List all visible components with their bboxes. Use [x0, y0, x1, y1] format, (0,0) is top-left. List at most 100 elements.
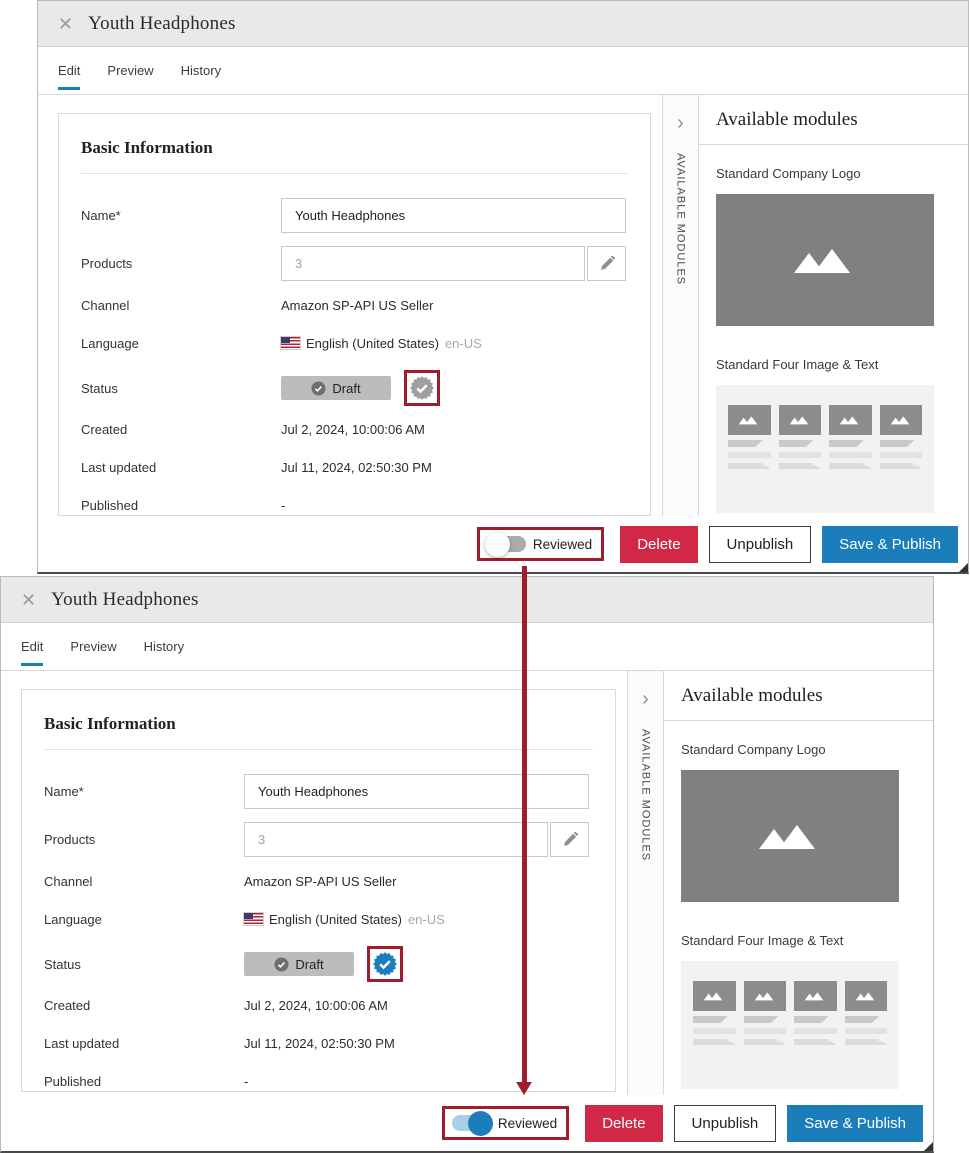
products-input[interactable]: [281, 246, 585, 281]
language-code: en-US: [445, 336, 482, 351]
toggle-knob[interactable]: [485, 532, 510, 557]
mountains-icon: [890, 415, 912, 425]
language-label: Language: [81, 336, 281, 351]
field-row-created: Created Jul 2, 2024, 10:00:06 AM: [44, 994, 593, 1016]
module-name: Standard Company Logo: [681, 742, 916, 757]
page-title: Youth Headphones: [51, 589, 198, 611]
created-label: Created: [44, 998, 244, 1013]
module-four-image-text-placeholder[interactable]: [681, 961, 899, 1089]
unpublish-button[interactable]: Unpublish: [709, 526, 812, 563]
placeholder-column: [880, 405, 923, 513]
close-icon[interactable]: ✕: [58, 15, 73, 33]
chevron-right-icon[interactable]: ›: [642, 689, 649, 709]
delete-button[interactable]: Delete: [585, 1105, 662, 1142]
reviewed-label: Reviewed: [533, 537, 592, 552]
status-label: Status: [44, 957, 244, 972]
reviewed-toggle-highlight: Reviewed: [442, 1106, 569, 1140]
resize-grip[interactable]: [924, 1142, 933, 1151]
status-badge: Draft: [244, 952, 354, 976]
tab-bar: Edit Preview History: [1, 623, 933, 671]
edit-main-column: Basic Information Name* Products Channel…: [1, 671, 627, 1095]
status-value: Draft: [332, 381, 360, 396]
image-thumb: [794, 981, 837, 1011]
published-value: -: [281, 498, 285, 513]
edit-main-column: Basic Information Name* Products Channel…: [38, 95, 662, 516]
delete-button[interactable]: Delete: [620, 526, 697, 563]
window-header: ✕ Youth Headphones: [38, 1, 968, 47]
name-label: Name*: [81, 208, 281, 223]
tab-edit[interactable]: Edit: [21, 623, 43, 670]
field-row-language: Language English (United States) en-US: [44, 908, 593, 930]
toggle-knob[interactable]: [468, 1111, 493, 1136]
review-seal-icon[interactable]: [409, 375, 435, 401]
field-row-products: Products: [44, 822, 593, 857]
tab-edit[interactable]: Edit: [58, 47, 80, 94]
name-input[interactable]: [244, 774, 589, 809]
save-publish-button[interactable]: Save & Publish: [787, 1105, 923, 1142]
status-badge: Draft: [281, 376, 391, 400]
tab-history[interactable]: History: [181, 47, 221, 94]
us-flag-icon: [281, 337, 300, 349]
mountains-icon: [754, 991, 776, 1001]
mountains-icon: [789, 415, 811, 425]
placeholder-column: [728, 405, 771, 513]
field-row-published: Published -: [44, 1070, 593, 1092]
reviewed-toggle[interactable]: [487, 536, 526, 552]
mountains-icon: [792, 247, 858, 273]
unpublish-button[interactable]: Unpublish: [674, 1105, 777, 1142]
section-divider: [44, 749, 593, 750]
save-publish-button[interactable]: Save & Publish: [822, 526, 958, 563]
close-icon[interactable]: ✕: [21, 591, 36, 609]
placeholder-column: [779, 405, 822, 513]
image-thumb: [829, 405, 872, 435]
chevron-right-icon[interactable]: ›: [677, 113, 684, 133]
module-company-logo-placeholder[interactable]: [681, 770, 899, 902]
published-value: -: [244, 1074, 248, 1089]
us-flag-icon: [244, 913, 263, 925]
section-title: Basic Information: [44, 714, 593, 734]
field-row-created: Created Jul 2, 2024, 10:00:06 AM: [81, 418, 628, 440]
module-name: Standard Company Logo: [716, 166, 951, 181]
image-thumb: [693, 981, 736, 1011]
name-input[interactable]: [281, 198, 626, 233]
name-label: Name*: [44, 784, 244, 799]
check-circle-icon: [311, 381, 326, 396]
language-label: Language: [44, 912, 244, 927]
published-label: Published: [44, 1074, 244, 1089]
products-input[interactable]: [244, 822, 548, 857]
annotation-arrow-head: [516, 1082, 532, 1095]
published-label: Published: [81, 498, 281, 513]
module-company-logo-placeholder[interactable]: [716, 194, 934, 326]
status-label: Status: [81, 381, 281, 396]
review-seal-icon[interactable]: [372, 951, 398, 977]
placeholder-column: [829, 405, 872, 513]
available-modules-panel: Available modules Standard Company Logo …: [663, 671, 933, 1095]
last-updated-label: Last updated: [81, 460, 281, 475]
tab-preview[interactable]: Preview: [107, 47, 153, 94]
reviewed-toggle[interactable]: [452, 1115, 491, 1131]
tab-history[interactable]: History: [144, 623, 184, 670]
modules-collapse-strip[interactable]: › AVAILABLE MODULES: [662, 95, 698, 516]
section-divider: [81, 173, 628, 174]
action-bar: Reviewed Delete Unpublish Save & Publish: [1, 1095, 933, 1151]
tab-bar: Edit Preview History: [38, 47, 968, 95]
edit-products-button[interactable]: [587, 246, 626, 281]
mountains-icon: [757, 823, 823, 849]
mountains-icon: [855, 991, 877, 1001]
modules-collapse-strip[interactable]: › AVAILABLE MODULES: [627, 671, 663, 1095]
channel-value: Amazon SP-API US Seller: [244, 874, 396, 889]
module-four-image-text-placeholder[interactable]: [716, 385, 934, 513]
created-value: Jul 2, 2024, 10:00:06 AM: [244, 998, 388, 1013]
resize-grip[interactable]: [959, 563, 968, 572]
channel-label: Channel: [81, 298, 281, 313]
page-title: Youth Headphones: [88, 13, 235, 35]
status-value: Draft: [295, 957, 323, 972]
language-value: English (United States): [269, 912, 402, 927]
tab-preview[interactable]: Preview: [70, 623, 116, 670]
check-circle-icon: [274, 957, 289, 972]
mountains-icon: [839, 415, 861, 425]
channel-label: Channel: [44, 874, 244, 889]
mountains-icon: [804, 991, 826, 1001]
field-row-last-updated: Last updated Jul 11, 2024, 02:50:30 PM: [81, 456, 628, 478]
edit-products-button[interactable]: [550, 822, 589, 857]
